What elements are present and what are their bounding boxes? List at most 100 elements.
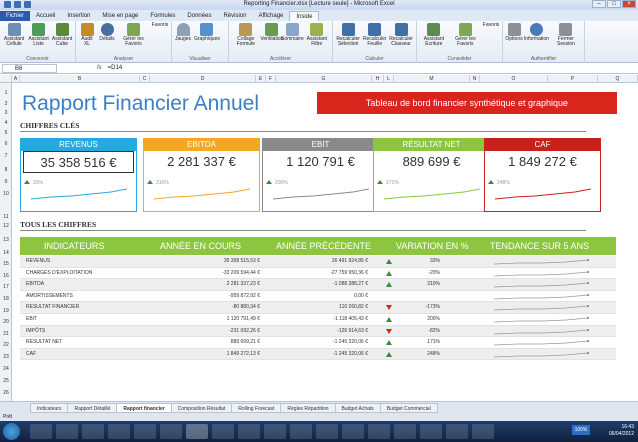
tab-mise-en-page[interactable]: Mise en page [96,11,144,21]
worksheet[interactable]: Rapport Financier Annuel Tableau de bord… [12,83,638,401]
app-icon[interactable] [212,424,234,439]
app-icon[interactable] [472,424,494,439]
table-row[interactable]: EBITDA 2 281 337,23 € -1 088 388,27 € 310% [20,279,616,291]
select-all-corner[interactable] [0,75,12,83]
row-header[interactable]: 1 [0,90,12,96]
close-button[interactable]: × [622,0,636,8]
row-header[interactable]: 24 [0,366,12,372]
row-header[interactable]: 9 [0,179,12,185]
zoom-level[interactable]: 100% [572,425,590,435]
tab-revision[interactable]: Révision [217,11,252,21]
row-header[interactable]: 8 [0,167,12,173]
graphiques-button[interactable]: Graphiques [194,23,220,42]
column-header[interactable]: L [384,75,394,83]
row-header[interactable]: 4 [0,120,12,126]
column-header[interactable]: E [256,75,266,83]
sommaire-button[interactable]: Sommaire [281,23,304,47]
app-icon[interactable] [264,424,286,439]
column-header[interactable]: B [20,75,140,83]
sheet-tab[interactable]: Composition Résultat [170,402,233,413]
app-icon[interactable] [394,424,416,439]
row-header[interactable]: 2 [0,101,12,107]
fx-icon[interactable]: fx [97,65,102,71]
sheet-tab[interactable]: Rapport financier [116,402,172,413]
column-header[interactable]: P [548,75,598,83]
row-header[interactable]: 19 [0,308,12,314]
tab-inside[interactable]: Inside [289,11,320,21]
column-header[interactable]: M [394,75,470,83]
column-header[interactable]: H [372,75,384,83]
gerer-favoris-2-button[interactable]: Gérer les Favoris [451,23,480,47]
tab-donnees[interactable]: Données [181,11,217,21]
assistant-cellule-button[interactable]: Assistant Cellule [2,23,26,47]
row-header[interactable]: 18 [0,296,12,302]
sheet-tab[interactable]: Rapport Détaillé [67,402,118,413]
row-header[interactable]: 15 [0,261,12,267]
audit-xl-button[interactable]: Audit XL [78,23,96,47]
sheet-tab[interactable]: Budget Commercial [379,402,438,413]
row-header[interactable]: 13 [0,237,12,243]
row-header[interactable]: 7 [0,153,12,159]
row-header[interactable]: 26 [0,390,12,396]
start-button-icon[interactable] [3,423,20,440]
excel-taskbar-icon[interactable] [186,424,208,439]
minimize-button[interactable]: – [592,0,606,8]
jauges-button[interactable]: Jauges [174,23,192,42]
column-header[interactable]: D [150,75,256,83]
row-header[interactable]: 20 [0,319,12,325]
table-row[interactable]: RESULTAT NET 889 699,21 € -1 245 320,06 € 1… [20,337,616,349]
sheet-tab[interactable]: Indicateurs [30,402,69,413]
information-button[interactable]: Information [524,23,549,47]
ventilation-button[interactable]: Ventilation [260,23,283,47]
tab-formules[interactable]: Formules [144,11,181,21]
app-icon[interactable] [368,424,390,439]
table-row[interactable]: EBIT 1 120 791,49 € -1 118 405,43 € 200% [20,314,616,326]
app-icon[interactable] [290,424,312,439]
row-header[interactable]: 23 [0,354,12,360]
table-row[interactable]: IMPÔTS -231 092,26 € -126 914,63 € -82% [20,325,616,338]
row-header[interactable]: 17 [0,284,12,290]
app-icon[interactable] [238,424,260,439]
explorer-icon[interactable] [30,424,52,439]
tab-affichage[interactable]: Affichage [252,11,289,21]
table-row[interactable]: CHARGES D'EXPLOITATION -33 209 594,44 € -2… [20,268,616,280]
row-header[interactable]: 12 [0,223,12,229]
recalculer-classeur-button[interactable]: Recalculer Classeur [388,23,414,47]
app-icon[interactable] [316,424,338,439]
row-header[interactable]: 25 [0,378,12,384]
column-header[interactable]: C [140,75,150,83]
app-icon[interactable] [160,424,182,439]
column-header[interactable]: O [480,75,548,83]
assistant-filtre-button[interactable]: Assistant Filtre [304,23,330,47]
app-icon[interactable] [446,424,468,439]
row-header[interactable]: 16 [0,273,12,279]
row-header[interactable]: 11 [0,214,12,220]
details-button[interactable]: Détails [98,23,116,47]
formula-input[interactable]: =D14 [108,65,123,71]
fermer-session-button[interactable]: Fermer Session [550,23,582,47]
favoris-dropdown[interactable]: Favoris [151,23,169,47]
pdf-icon[interactable] [420,424,442,439]
table-row[interactable]: AMORTISSEMENTS -959 872,92 € 0,00 € [20,291,616,303]
kpi-card[interactable]: EBIT 1 120 791 € 200% [262,138,379,212]
row-header[interactable]: 21 [0,331,12,337]
favoris-2-dropdown[interactable]: Favoris [482,23,500,47]
kpi-card[interactable]: EBITDA 2 281 337 € 310% [143,138,260,212]
tab-accueil[interactable]: Accueil [30,11,61,21]
assistant-ecriture-button[interactable]: Assistant Ecriture [419,23,449,47]
app-icon[interactable] [134,424,156,439]
options-button[interactable]: Options [505,23,523,47]
collage-formule-button[interactable]: Collage Formule [231,23,261,47]
sheet-tab[interactable]: Rolling Forecast [231,402,282,413]
column-header[interactable]: N [470,75,480,83]
recalculer-selection-button[interactable]: Recalculer Sélection [335,23,361,47]
assistant-cube-button[interactable]: Assistant Cube [51,23,73,47]
column-header[interactable]: A [12,75,20,83]
sheet-tab[interactable]: Budget Achats [334,402,381,413]
row-header[interactable]: 14 [0,250,12,256]
column-header[interactable]: G [276,75,372,83]
row-header[interactable]: 5 [0,130,12,136]
row-header[interactable]: 6 [0,141,12,147]
table-row[interactable]: CAF 1 849 272,13 € -1 245 320,06 € 248% [20,348,616,361]
firefox-icon[interactable] [108,424,130,439]
